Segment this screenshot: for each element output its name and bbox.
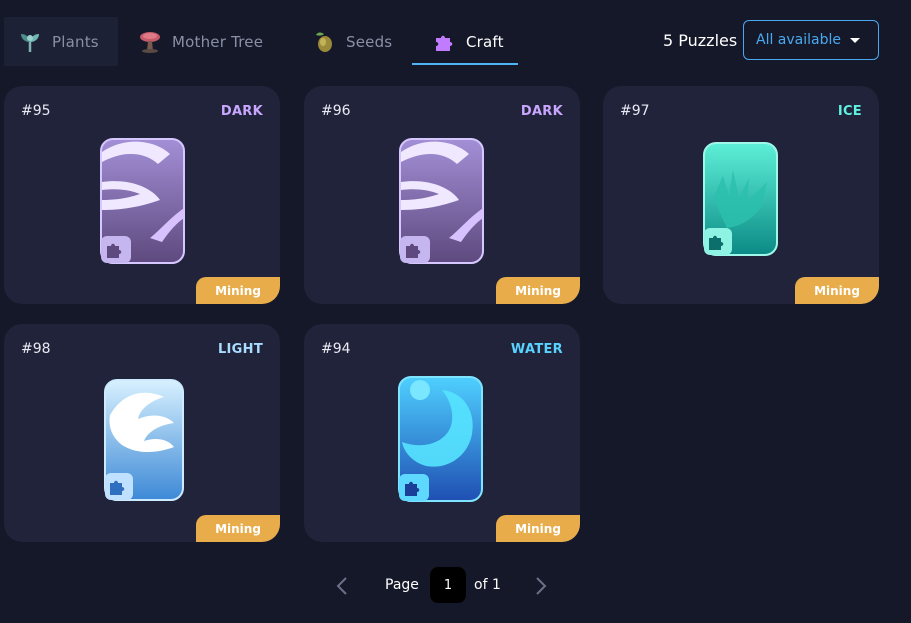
puzzle-card[interactable]: #98 LIGHT Mining: [4, 324, 280, 542]
tab-label: Seeds: [346, 32, 393, 51]
card-number: #97: [620, 103, 650, 119]
mining-badge: Mining: [496, 277, 580, 304]
tab-label: Craft: [466, 32, 504, 51]
card-element: WATER: [510, 342, 563, 357]
mining-badge: Mining: [496, 515, 580, 542]
puzzle-count: 5 Puzzles: [663, 31, 738, 50]
dark-puzzle-card-art: [399, 138, 484, 264]
puzzle-card[interactable]: #95 DARK Mining: [4, 86, 280, 304]
tab-label: Plants: [52, 32, 99, 51]
dark-puzzle-card-art: [100, 138, 185, 264]
current-page-input[interactable]: 1: [430, 567, 466, 603]
tab-active-indicator: [412, 63, 518, 65]
card-number: #98: [21, 341, 51, 357]
tab-plants[interactable]: Plants: [4, 17, 118, 66]
total-pages-label: of 1: [474, 577, 501, 593]
tab-mother-tree[interactable]: Mother Tree: [118, 17, 290, 66]
puzzle-card[interactable]: #96 DARK Mining: [304, 86, 580, 304]
tab-bar: Plants Mother Tree Seeds Craft: [4, 17, 522, 67]
chevron-right-icon[interactable]: [533, 576, 549, 596]
plant-icon: [21, 33, 39, 52]
card-element: DARK: [220, 104, 263, 119]
light-puzzle-card-art: [104, 379, 184, 501]
card-number: #94: [321, 341, 351, 357]
puzzle-card[interactable]: #94 WATER Mining: [304, 324, 580, 542]
card-element: LIGHT: [217, 342, 263, 357]
puzzle-piece-icon: [436, 35, 453, 51]
card-number: #95: [21, 103, 51, 119]
pagination: Page 1 of 1: [0, 567, 911, 603]
card-number: #96: [321, 103, 351, 119]
card-element: DARK: [520, 104, 563, 119]
seed-icon: [316, 31, 332, 52]
card-element: ICE: [837, 104, 862, 119]
filter-value: All available: [756, 32, 841, 48]
tab-seeds[interactable]: Seeds: [290, 17, 416, 66]
tab-label: Mother Tree: [172, 32, 264, 51]
ice-puzzle-card-art: [703, 142, 778, 256]
water-puzzle-card-art: [398, 376, 483, 502]
tab-craft[interactable]: Craft: [416, 17, 522, 66]
availability-filter-dropdown[interactable]: All available: [743, 20, 879, 60]
puzzle-card[interactable]: #97 ICE Mining: [603, 86, 879, 304]
chevron-down-icon: [850, 38, 860, 43]
mining-badge: Mining: [196, 515, 280, 542]
chevron-left-icon[interactable]: [334, 576, 350, 596]
craft-page: Plants Mother Tree Seeds Craft 5 Puzzles…: [0, 0, 911, 623]
mining-badge: Mining: [795, 277, 879, 304]
page-label: Page: [385, 577, 419, 593]
mining-badge: Mining: [196, 277, 280, 304]
mother-tree-icon: [140, 31, 160, 53]
